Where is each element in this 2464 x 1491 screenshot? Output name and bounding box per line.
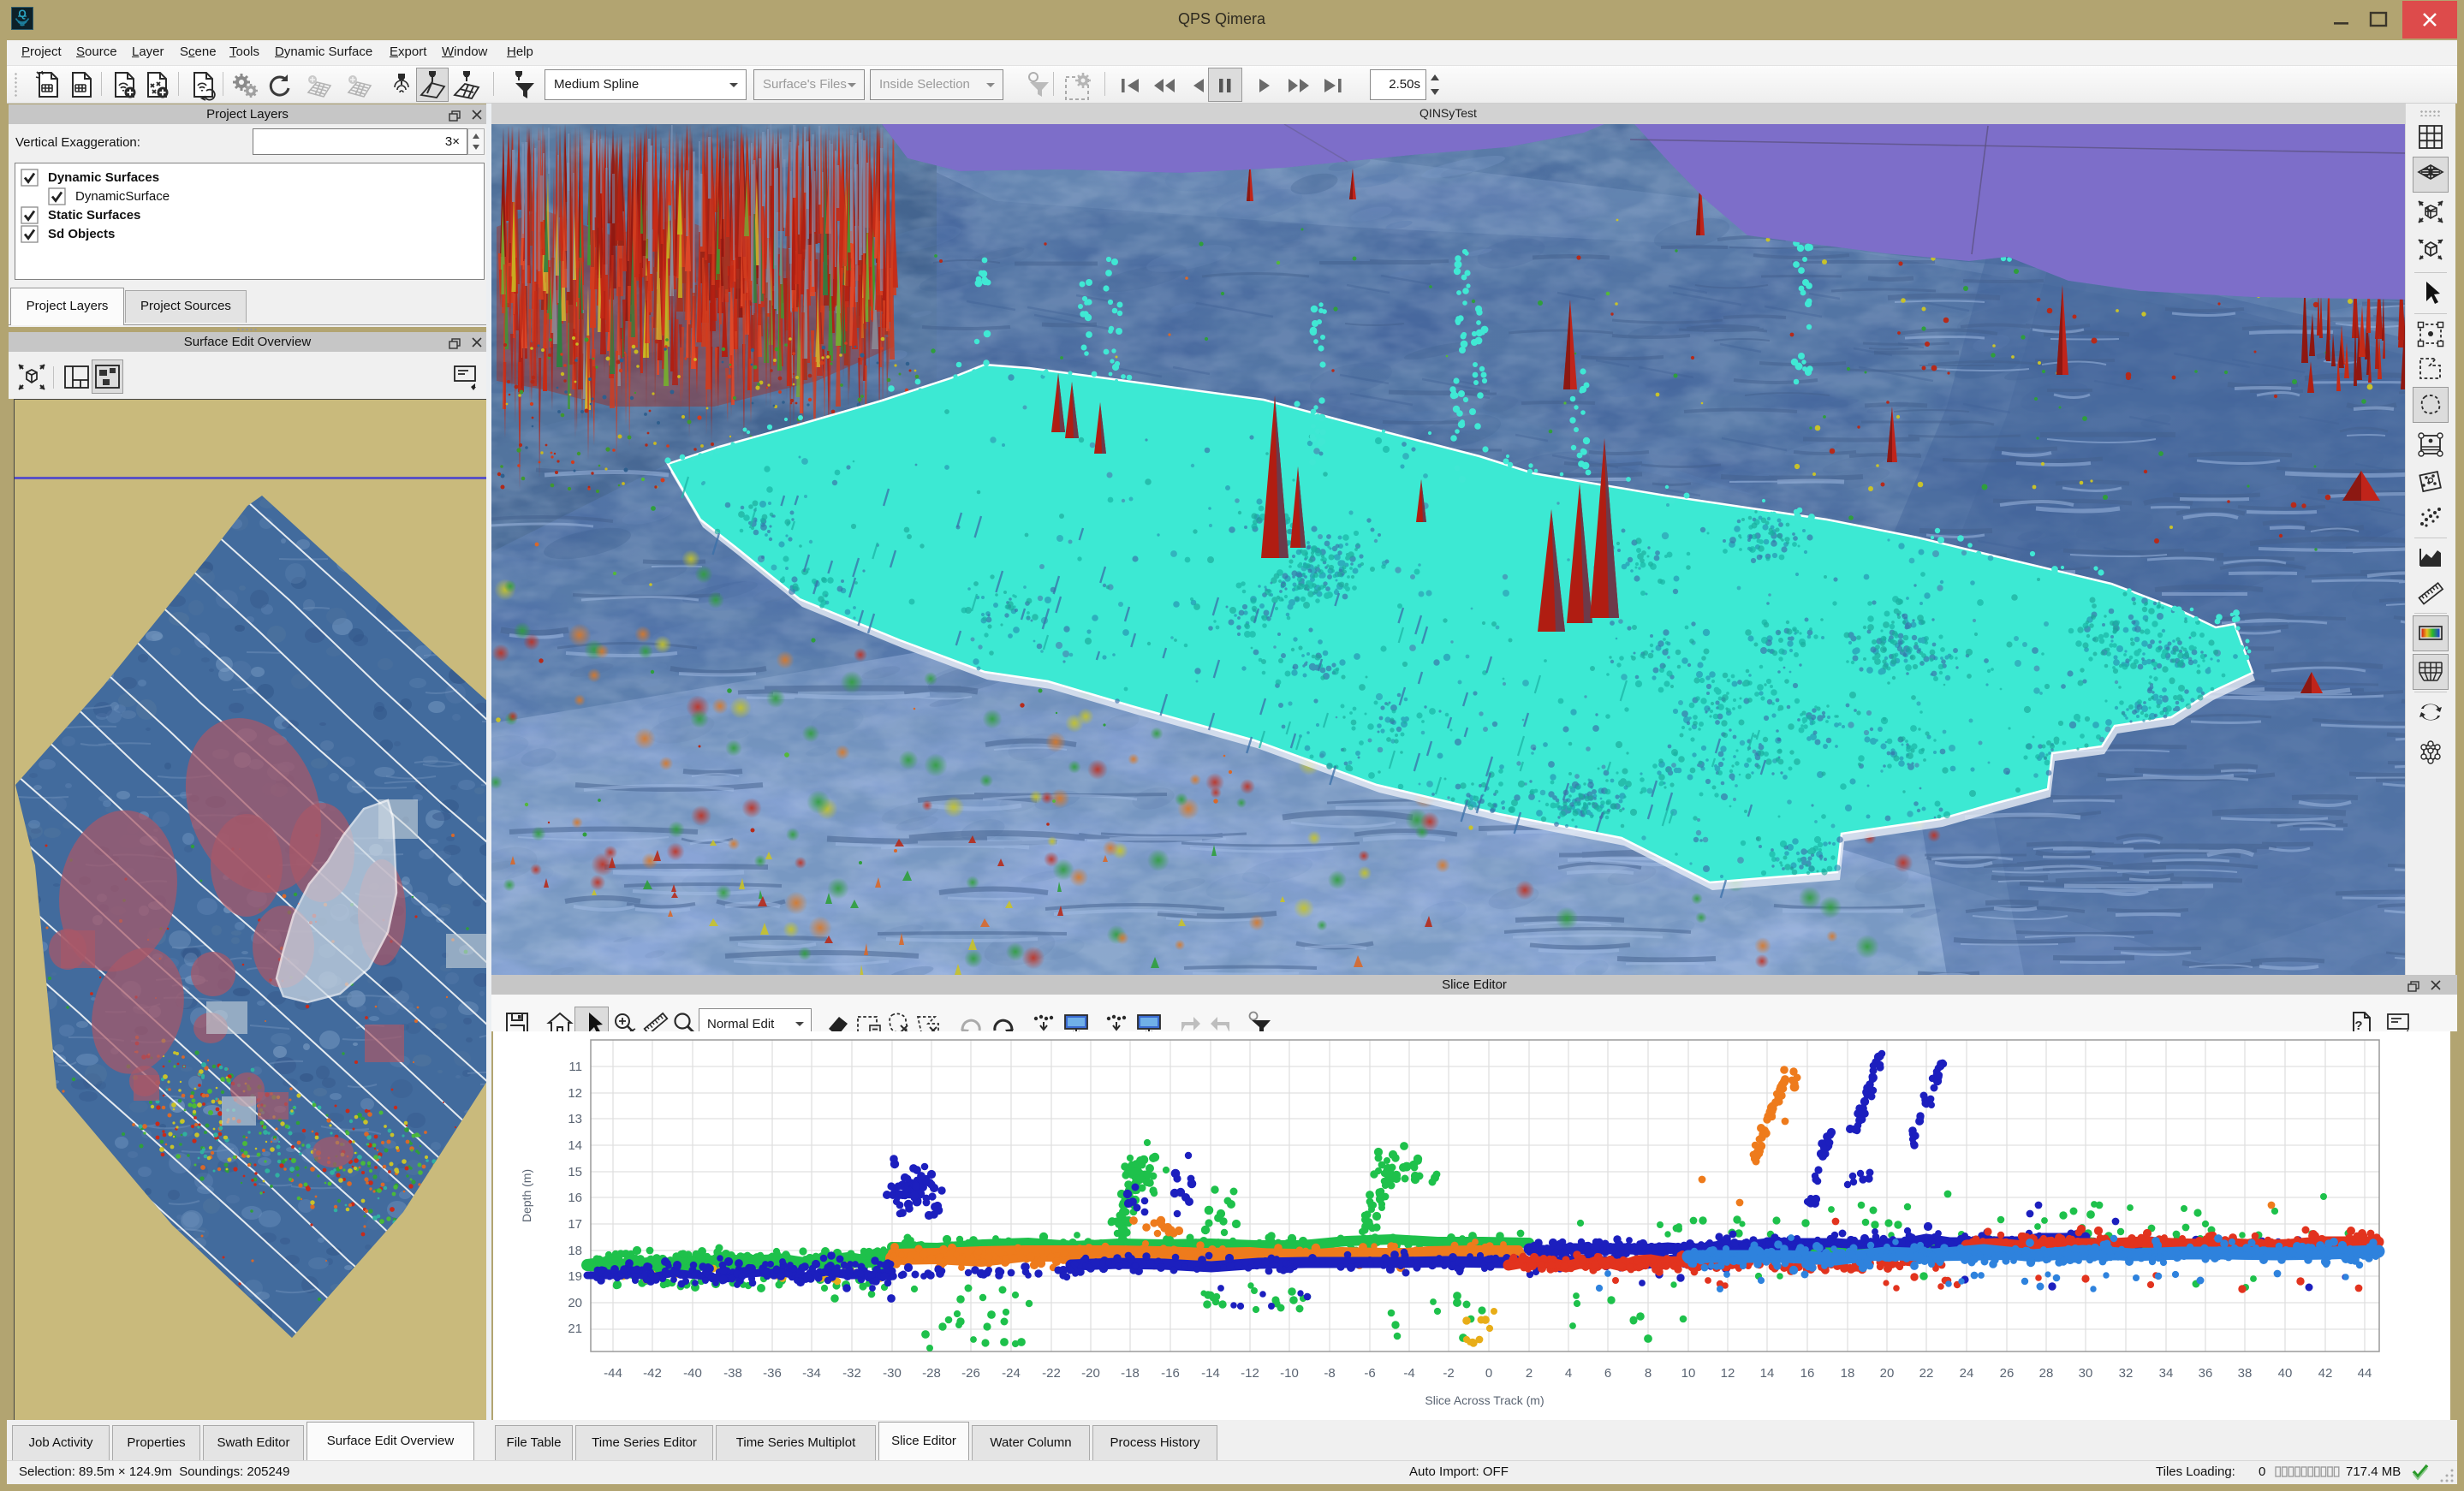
svg-text:-12: -12 [1241,1366,1259,1381]
svg-text:-44: -44 [604,1366,622,1381]
svg-text:10: 10 [1681,1366,1696,1381]
svg-text:16: 16 [1800,1366,1815,1381]
svg-text:-22: -22 [1042,1366,1061,1381]
svg-text:-30: -30 [883,1366,902,1381]
svg-text:12: 12 [1721,1366,1735,1381]
svg-text:14: 14 [568,1138,582,1153]
svg-text:24: 24 [1960,1366,1974,1381]
svg-text:-38: -38 [723,1366,742,1381]
svg-text:-16: -16 [1161,1366,1180,1381]
svg-text:-40: -40 [683,1366,702,1381]
svg-text:4: 4 [1565,1366,1572,1381]
svg-text:-6: -6 [1364,1366,1375,1381]
svg-text:-36: -36 [763,1366,782,1381]
svg-text:-42: -42 [643,1366,662,1381]
svg-text:17: 17 [568,1217,582,1232]
svg-text:-4: -4 [1403,1366,1414,1381]
svg-text:8: 8 [1645,1366,1652,1381]
svg-text:34: 34 [2159,1366,2174,1381]
svg-text:0: 0 [1485,1366,1492,1381]
svg-text:36: 36 [2199,1366,2213,1381]
svg-text:-2: -2 [1443,1366,1454,1381]
svg-text:-34: -34 [802,1366,821,1381]
svg-text:-32: -32 [842,1366,861,1381]
svg-text:-28: -28 [922,1366,941,1381]
svg-text:16: 16 [568,1191,582,1205]
svg-text:40: 40 [2278,1366,2293,1381]
svg-text:28: 28 [2039,1366,2054,1381]
svg-text:13: 13 [568,1112,582,1126]
svg-text:22: 22 [1919,1366,1934,1381]
svg-text:Slice Across Track (m): Slice Across Track (m) [1425,1393,1544,1407]
svg-text:32: 32 [2119,1366,2134,1381]
svg-text:-20: -20 [1081,1366,1100,1381]
svg-text:18: 18 [1841,1366,1855,1381]
svg-text:38: 38 [2238,1366,2253,1381]
svg-text:14: 14 [1760,1366,1775,1381]
svg-text:20: 20 [1880,1366,1895,1381]
svg-text:26: 26 [2000,1366,2015,1381]
svg-text:Q: Q [18,8,26,20]
svg-text:30: 30 [2079,1366,2093,1381]
svg-text:42: 42 [2318,1366,2333,1381]
svg-text:2: 2 [1526,1366,1533,1381]
svg-text:-18: -18 [1121,1366,1140,1381]
svg-text:20: 20 [568,1296,582,1310]
svg-text:15: 15 [568,1165,582,1179]
svg-text:12: 12 [568,1086,582,1101]
svg-text:19: 19 [568,1269,582,1284]
svg-text:11: 11 [568,1060,582,1074]
svg-text:-10: -10 [1280,1366,1299,1381]
svg-text:-8: -8 [1324,1366,1335,1381]
svg-text:21: 21 [568,1322,582,1336]
svg-text:-24: -24 [1002,1366,1021,1381]
svg-text:Depth (m): Depth (m) [520,1169,533,1222]
svg-text:44: 44 [2358,1366,2372,1381]
svg-text:6: 6 [1604,1366,1611,1381]
svg-text:-26: -26 [961,1366,980,1381]
svg-text:-14: -14 [1201,1366,1220,1381]
svg-text:18: 18 [568,1244,582,1258]
